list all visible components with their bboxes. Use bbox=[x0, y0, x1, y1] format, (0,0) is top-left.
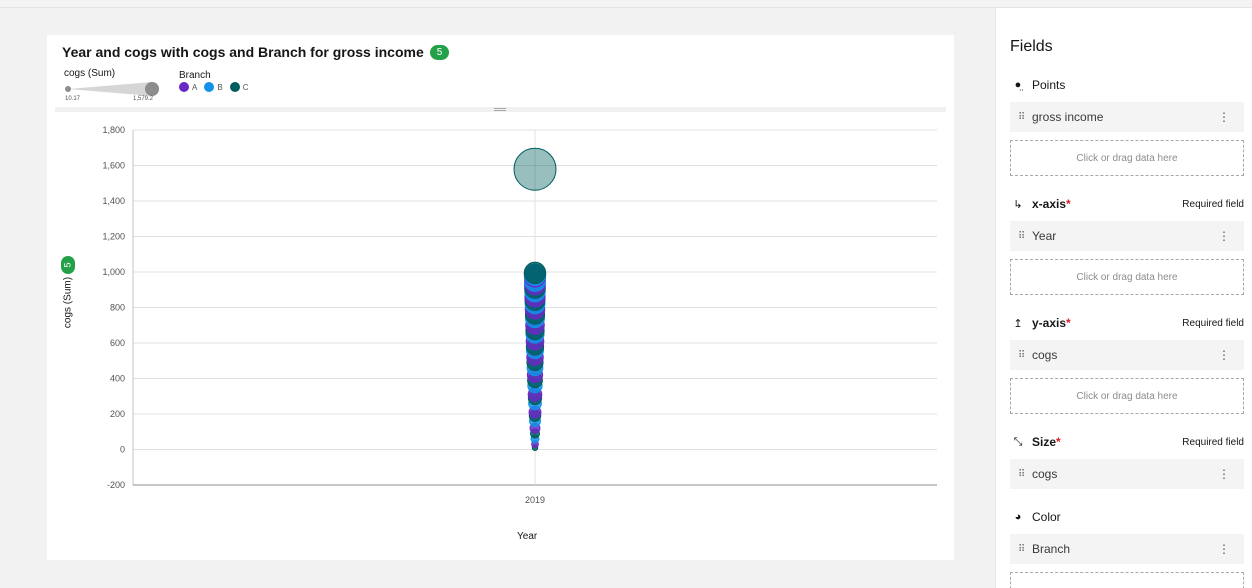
fields-panel-title: Fields bbox=[1010, 38, 1053, 55]
y-tick-label: 600 bbox=[110, 338, 125, 348]
points-icon: ●̤ bbox=[1014, 79, 1022, 91]
legend-item-b[interactable]: B bbox=[204, 82, 223, 92]
y-axis-field-pill[interactable]: ⠿ cogs ⋮ bbox=[1010, 340, 1244, 370]
legend-label-c: C bbox=[242, 82, 249, 92]
y-axis-icon: ↥ bbox=[1013, 317, 1023, 330]
y-tick-label: 200 bbox=[110, 409, 125, 419]
chart-title: Year and cogs with cogs and Branch for g… bbox=[62, 44, 424, 60]
size-legend-max: 1,579.2 bbox=[133, 96, 154, 102]
overflow-menu-icon[interactable]: ⋮ bbox=[1218, 110, 1230, 124]
legend-swatch-c bbox=[229, 82, 240, 92]
color-field-pill[interactable]: ⠿ Branch ⋮ bbox=[1010, 534, 1244, 564]
top-bar bbox=[0, 0, 1252, 8]
chart-count-badge[interactable]: 5 bbox=[429, 44, 450, 60]
y-axis-required-text: Required field bbox=[1182, 317, 1244, 329]
y-tick-label: 1,600 bbox=[102, 161, 125, 171]
size-icon: ⤡ bbox=[1013, 435, 1023, 448]
color-section: ◕ Color ⠿ Branch ⋮ bbox=[1010, 508, 1244, 588]
size-field-label: Size bbox=[1032, 435, 1057, 449]
points-drop-zone[interactable]: Click or drag data here bbox=[1010, 140, 1244, 176]
legend-swatch-b bbox=[204, 82, 215, 92]
y-tick-label: -200 bbox=[107, 480, 125, 490]
legend-item-a[interactable]: A bbox=[179, 82, 197, 92]
points-field-value: gross income bbox=[1032, 110, 1104, 124]
x-tick-label: 2019 bbox=[525, 495, 545, 505]
color-legend-label: Branch bbox=[179, 70, 211, 81]
drag-handle-icon[interactable]: ⠿ bbox=[1018, 231, 1032, 242]
drag-handle-icon[interactable]: ⠿ bbox=[1018, 544, 1032, 555]
color-drop-zone[interactable] bbox=[1010, 572, 1244, 588]
fields-panel: Fields ●̤ Points ⠿ gross income ⋮ Click … bbox=[995, 8, 1252, 588]
points-header: ●̤ Points bbox=[1010, 76, 1244, 94]
legend-item-c[interactable]: C bbox=[229, 82, 249, 92]
overflow-menu-icon[interactable]: ⋮ bbox=[1218, 467, 1230, 481]
chart-title-row: Year and cogs with cogs and Branch for g… bbox=[62, 44, 450, 60]
y-tick-label: 0 bbox=[120, 445, 125, 455]
data-point-c bbox=[523, 261, 547, 285]
required-star: * bbox=[1066, 316, 1071, 330]
size-section: ⤡ Size * Required field ⠿ cogs ⋮ bbox=[1010, 433, 1244, 489]
legend-label-a: A bbox=[192, 82, 198, 92]
x-axis-section: ↳ x-axis * Required field ⠿ Year ⋮ Click… bbox=[1010, 195, 1244, 295]
size-header: ⤡ Size * Required field bbox=[1010, 433, 1244, 451]
color-legend: Branch A B C bbox=[179, 70, 251, 92]
overflow-menu-icon[interactable]: ⋮ bbox=[1218, 542, 1230, 556]
size-field-value: cogs bbox=[1032, 467, 1058, 481]
y-tick-label: 1,800 bbox=[102, 125, 125, 135]
size-required-text: Required field bbox=[1182, 436, 1244, 448]
x-axis-icon: ↳ bbox=[1013, 198, 1023, 211]
color-field-label: Color bbox=[1032, 510, 1061, 524]
y-tick-label: 400 bbox=[110, 374, 125, 384]
x-axis-required-text: Required field bbox=[1182, 198, 1244, 210]
size-field-pill[interactable]: ⠿ cogs ⋮ bbox=[1010, 459, 1244, 489]
color-header: ◕ Color bbox=[1010, 508, 1244, 526]
x-axis-label: Year bbox=[517, 531, 538, 542]
size-legend: cogs (Sum) 10.17 1,579.2 bbox=[64, 68, 164, 102]
drag-handle-icon[interactable]: ⠿ bbox=[1018, 112, 1032, 123]
x-axis-field-pill[interactable]: ⠿ Year ⋮ bbox=[1010, 221, 1244, 251]
overflow-menu-icon[interactable]: ⋮ bbox=[1218, 229, 1230, 243]
y-tick-label: 800 bbox=[110, 303, 125, 313]
scatter-plot: -200 0 200 400 600 800 1,000 1,200 1,400 1,600 1,8… bbox=[102, 125, 937, 505]
points-field-pill[interactable]: ⠿ gross income ⋮ bbox=[1010, 102, 1244, 132]
palette-icon: ◕ bbox=[1014, 511, 1022, 523]
color-field-value: Branch bbox=[1032, 542, 1071, 556]
legend-swatch-a bbox=[179, 82, 189, 92]
required-star: * bbox=[1066, 197, 1071, 211]
x-axis-drop-zone[interactable]: Click or drag data here bbox=[1010, 259, 1244, 295]
y-axis-section: ↥ y-axis * Required field ⠿ cogs ⋮ Click… bbox=[1010, 314, 1244, 414]
size-legend-label: cogs (Sum) bbox=[64, 68, 116, 79]
points-label: Points bbox=[1032, 78, 1066, 92]
drag-handle-icon[interactable]: ⠿ bbox=[1018, 350, 1032, 361]
points-section: ●̤ Points ⠿ gross income ⋮ Click or drag… bbox=[1010, 76, 1244, 176]
chart-card: Year and cogs with cogs and Branch for g… bbox=[47, 35, 954, 560]
size-legend-ramp bbox=[65, 82, 159, 96]
y-axis-drop-zone[interactable]: Click or drag data here bbox=[1010, 378, 1244, 414]
legend-label-b: B bbox=[217, 82, 223, 92]
y-axis-field-value: cogs bbox=[1032, 348, 1058, 362]
color-legend-items: A B C bbox=[179, 82, 251, 92]
y-tick-label: 1,400 bbox=[102, 196, 125, 206]
y-axis-label: cogs (Sum) bbox=[62, 276, 74, 329]
required-star: * bbox=[1056, 435, 1061, 449]
x-axis-field-value: Year bbox=[1032, 229, 1057, 243]
x-axis-header: ↳ x-axis * Required field bbox=[1010, 195, 1244, 213]
resize-grip-icon[interactable] bbox=[494, 108, 506, 111]
y-axis-field-label: y-axis bbox=[1032, 316, 1067, 330]
y-tick-label: 1,200 bbox=[102, 232, 125, 242]
size-legend-min: 10.17 bbox=[65, 96, 81, 102]
y-tick-label: 1,000 bbox=[102, 267, 125, 277]
data-point-c bbox=[513, 147, 557, 191]
y-axis-count-badge[interactable]: 5 bbox=[61, 256, 75, 274]
drag-handle-icon[interactable]: ⠿ bbox=[1018, 469, 1032, 480]
overflow-menu-icon[interactable]: ⋮ bbox=[1218, 348, 1230, 362]
y-axis-header: ↥ y-axis * Required field bbox=[1010, 314, 1244, 332]
x-axis-field-label: x-axis bbox=[1032, 197, 1067, 211]
